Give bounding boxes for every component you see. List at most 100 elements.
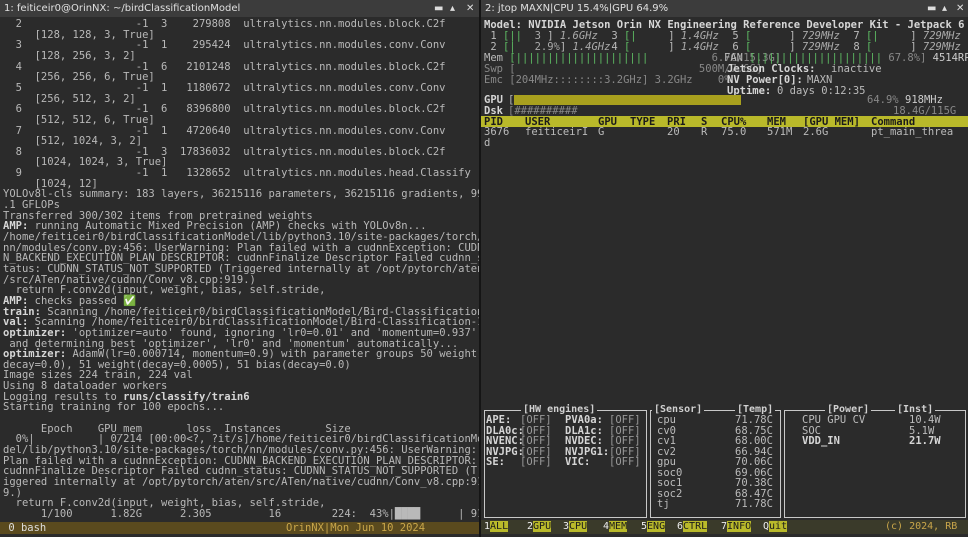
tab-gpu[interactable]: 2GPU xyxy=(527,521,552,533)
tab-mem[interactable]: 4MEM xyxy=(603,521,628,533)
minimize-icon[interactable]: ▬ xyxy=(927,0,936,17)
nv-power-label: NV Power[0]: xyxy=(727,74,803,86)
sensor-name: cpu xyxy=(657,414,676,426)
process-cell: 571M xyxy=(767,126,793,138)
left-pane-title: 1: feiticeir0@OrinNX: ~/birdClassificati… xyxy=(4,3,241,14)
gpu-percent: 64.9% xyxy=(867,94,899,106)
process-cell: 20 xyxy=(667,126,680,138)
tab-label: INFO xyxy=(727,521,752,532)
process-command-wrap: d xyxy=(484,137,491,149)
disk-label: Dsk xyxy=(484,105,503,117)
sensor-name: cv1 xyxy=(657,435,676,447)
close-icon[interactable]: ✕ xyxy=(466,0,474,17)
cpu-core-8: 8 [ ] 729MHz xyxy=(847,42,961,53)
tmux-window-label[interactable]: 0 bash xyxy=(2,523,46,534)
uptime-value: 0 days 0:12:35 xyxy=(777,85,866,97)
tab-uit[interactable]: Quit xyxy=(763,521,788,533)
hw-engine-state: [OFF] xyxy=(609,414,641,426)
hw-engine-name: NVDEC: xyxy=(565,435,603,447)
process-cell: G xyxy=(598,126,605,138)
process-cell: 2.6G xyxy=(803,126,829,138)
device-model: Model: NVIDIA Jetson Orin NX Engineering… xyxy=(484,19,965,31)
hw-engine-state: [OFF] xyxy=(520,414,552,426)
terminal-line: [512, 512, 6, True] xyxy=(3,113,155,126)
terminal-pane-jtop[interactable]: 2: jtop MAXN|CPU 15.4%|GPU 64.9% ▬ ▴ ✕ M… xyxy=(481,0,968,537)
jtop-copyright: (c) 2024, RB xyxy=(885,521,958,532)
tab-label: ENG xyxy=(647,521,666,532)
sensor-name: soc1 xyxy=(657,477,683,489)
terminal-line: [128, 256, 3, 2] xyxy=(3,49,136,62)
hw-engines-panel: [HW engines] APE: [OFF] PVA0a: [OFF] DLA0c:[… xyxy=(484,404,647,518)
terminal-line: iggered internally at /opt/pytorch/aten/… xyxy=(3,475,480,488)
tab-label: ALL xyxy=(490,521,509,532)
tab-label: CTRL xyxy=(683,521,708,532)
minimize-icon[interactable]: ▬ xyxy=(434,0,443,17)
terminal-line: 5 -1 1 1180672 ultralytics.nn.modules.co… xyxy=(3,81,446,94)
tab-all[interactable]: 1ALL xyxy=(484,521,509,533)
gpu-label: GPU xyxy=(484,94,503,106)
jetson-clocks-label: Jetson Clocks: xyxy=(727,63,816,75)
hw-engine-state: [OFF] xyxy=(520,456,552,468)
terminal-pane-bash[interactable]: 1: feiticeir0@OrinNX: ~/birdClassificati… xyxy=(0,0,480,537)
sensor-temp: 70.38C xyxy=(735,477,773,489)
tab-eng[interactable]: 5ENG xyxy=(641,521,666,533)
nv-power-value: MAXN xyxy=(807,74,833,86)
tab-info[interactable]: 7INFO xyxy=(721,521,752,533)
left-pane-titlebar: 1: feiticeir0@OrinNX: ~/birdClassificati… xyxy=(0,0,480,17)
power-rail-value: 21.7W xyxy=(909,435,941,447)
cpu-core-2: 2 [| 2.9%] 1.4GHz xyxy=(484,42,610,53)
process-cell: 75.0 xyxy=(721,126,747,138)
terminal-line: optimizer: 'optimizer=auto' found, ignor… xyxy=(3,328,477,339)
gpu-utilization-bar xyxy=(514,95,742,105)
swap-gauge: Swp [ 500M/7.6G] xyxy=(484,63,763,75)
terminal-line: Starting training for 100 epochs... xyxy=(3,401,225,414)
sensor-panel: [Sensor] [Temp] cpu 71.78C cv0 68.75C cv1 68.… xyxy=(650,404,781,518)
hw-engine-name: APE: xyxy=(486,414,512,426)
disk-bar: [########## xyxy=(508,105,578,117)
terminal-line: tatus: CUDNN_STATUS_NOT_SUPPORTED (Trigg… xyxy=(3,262,480,275)
tab-ctrl[interactable]: 6CTRL xyxy=(677,521,708,533)
process-cell: pt_main_threa xyxy=(871,126,954,138)
hw-engine-state: [OFF] xyxy=(520,435,552,447)
cpu-core-4: 4 [ ] 1.4GHz xyxy=(605,42,719,53)
maximize-icon[interactable]: ▴ xyxy=(450,0,455,17)
tab-label: GPU xyxy=(533,521,552,532)
power-rail-value: 10.4W xyxy=(909,414,941,426)
fan-gauge: FAN [|||||||||||||||||||| 67.8%] 4514RPM xyxy=(724,52,968,64)
tab-cpu[interactable]: 3CPU xyxy=(563,521,588,533)
terminal-line: 1/100 1.82G 2.305 16 224: 43%|████ | 91 xyxy=(3,507,480,520)
close-icon[interactable]: ✕ xyxy=(956,0,964,17)
hw-engine-name: VIC: xyxy=(565,456,591,468)
hw-engine-name: NVENC: xyxy=(486,435,524,447)
right-pane-titlebar: 2: jtop MAXN|CPU 15.4%|GPU 64.9% ▬ ▴ ✕ xyxy=(481,0,968,17)
tab-label: MEM xyxy=(609,521,628,532)
disk-usage: 18.4G/115G xyxy=(893,105,957,117)
sensor-temp: 71.78C xyxy=(735,498,773,510)
power-panel: [Power] [Inst] CPU GPU CV 10.4W SOC 5.1W VDD… xyxy=(784,404,966,518)
cpu-core-1: 1 [|| 3 ] 1.6GHz xyxy=(484,31,598,42)
sensor-temp: 68.00C xyxy=(735,435,773,447)
power-rail-name: VDD_IN xyxy=(802,435,840,447)
power-rail-name: CPU GPU CV xyxy=(802,414,866,426)
hw-engine-state: [OFF] xyxy=(609,456,641,468)
cpu-core-7: 7 [| ] 729MHz xyxy=(847,31,961,42)
maximize-icon[interactable]: ▴ xyxy=(942,0,947,17)
terminal-line: YOLOv8l-cls summary: 183 layers, 3621511… xyxy=(3,188,480,201)
process-col-header[interactable]: TYPE xyxy=(630,117,655,128)
terminal-line: /home/feiticeir0/birdClassificationModel… xyxy=(3,231,480,243)
sensor-temp: 71.78C xyxy=(735,414,773,426)
cpu-core-3: 3 [| ] 1.4GHz xyxy=(605,31,719,42)
emc-gauge: Emc [204MHz::::::::3.2GHz] 3.2GHz 0% xyxy=(484,74,731,86)
hw-engine-state: [OFF] xyxy=(609,435,641,447)
terminal-line: 2 -1 3 279808 ultralytics.nn.modules.blo… xyxy=(3,18,446,30)
terminal-line: del/lib/python3.10/site-packages/torch/n… xyxy=(3,444,478,456)
process-cell: R xyxy=(701,126,708,138)
tab-label: CPU xyxy=(569,521,588,532)
hw-engine-name: SE: xyxy=(486,456,505,468)
tab-label: uit xyxy=(769,521,788,532)
jetson-clocks-value: inactive xyxy=(831,63,882,75)
right-pane-title: 2: jtop MAXN|CPU 15.4%|GPU 64.9% xyxy=(485,3,669,14)
gpu-frequency: 918MHz xyxy=(905,94,943,106)
cpu-core-6: 6 [ ] 729MHz xyxy=(726,42,840,53)
tmux-status-right: OrinNX|Mon Jun 10 2024 xyxy=(286,522,426,534)
